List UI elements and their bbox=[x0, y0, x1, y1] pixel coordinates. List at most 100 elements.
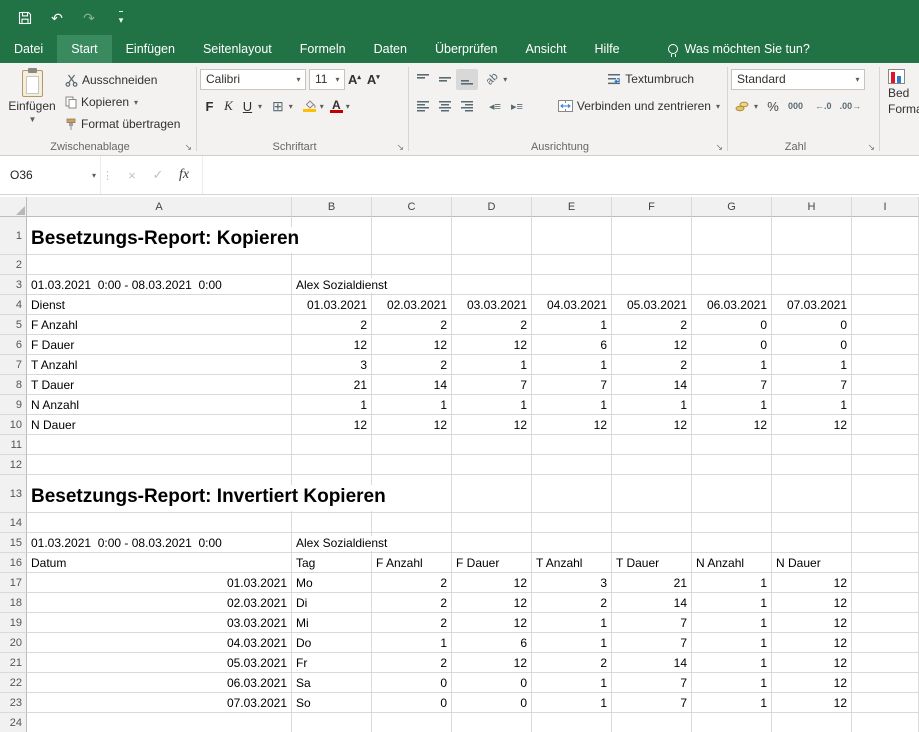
cell-C16[interactable]: F Anzahl bbox=[372, 553, 452, 573]
cell-I18[interactable] bbox=[852, 593, 919, 613]
cell-I23[interactable] bbox=[852, 693, 919, 713]
cell-G10[interactable]: 12 bbox=[692, 415, 772, 435]
increase-font-button[interactable]: A▴ bbox=[345, 72, 364, 87]
cell-I10[interactable] bbox=[852, 415, 919, 435]
enter-button[interactable]: ✓ bbox=[146, 163, 170, 187]
cell-H14[interactable] bbox=[772, 513, 852, 533]
row-header-8[interactable]: 8 bbox=[0, 375, 27, 395]
cell-C11[interactable] bbox=[372, 435, 452, 455]
number-format-combo[interactable]: Standard ▾ bbox=[731, 69, 865, 90]
cell-F16[interactable]: T Dauer bbox=[612, 553, 692, 573]
column-header-C[interactable]: C bbox=[372, 197, 452, 217]
cell-C23[interactable]: 0 bbox=[372, 693, 452, 713]
cell-B2[interactable] bbox=[292, 255, 372, 275]
cell-F7[interactable]: 2 bbox=[612, 355, 692, 375]
cell-F1[interactable] bbox=[612, 217, 692, 255]
cell-A11[interactable] bbox=[27, 435, 292, 455]
cell-E17[interactable]: 3 bbox=[532, 573, 612, 593]
cell-F6[interactable]: 12 bbox=[612, 335, 692, 355]
cell-A10[interactable]: N Dauer bbox=[27, 415, 292, 435]
conditional-formatting-button[interactable]: Bed Forma bbox=[888, 69, 919, 116]
cell-C5[interactable]: 2 bbox=[372, 315, 452, 335]
cell-A17[interactable]: 01.03.2021 bbox=[27, 573, 292, 593]
row-header-20[interactable]: 20 bbox=[0, 633, 27, 653]
cell-F24[interactable] bbox=[612, 713, 692, 732]
cancel-button[interactable]: × bbox=[120, 163, 144, 187]
cell-I12[interactable] bbox=[852, 455, 919, 475]
cell-H7[interactable]: 1 bbox=[772, 355, 852, 375]
cell-C4[interactable]: 02.03.2021 bbox=[372, 295, 452, 315]
cell-H13[interactable] bbox=[772, 475, 852, 513]
row-header-2[interactable]: 2 bbox=[0, 255, 27, 275]
cell-B6[interactable]: 12 bbox=[292, 335, 372, 355]
row-header-11[interactable]: 11 bbox=[0, 435, 27, 455]
cell-H6[interactable]: 0 bbox=[772, 335, 852, 355]
cell-H21[interactable]: 12 bbox=[772, 653, 852, 673]
cell-G5[interactable]: 0 bbox=[692, 315, 772, 335]
italic-button[interactable]: K bbox=[219, 96, 238, 116]
font-dialog-launcher[interactable]: ↘ bbox=[396, 142, 404, 153]
cell-F12[interactable] bbox=[612, 455, 692, 475]
cell-E22[interactable]: 1 bbox=[532, 673, 612, 693]
cell-C17[interactable]: 2 bbox=[372, 573, 452, 593]
cell-A23[interactable]: 07.03.2021 bbox=[27, 693, 292, 713]
cell-B12[interactable] bbox=[292, 455, 372, 475]
row-header-6[interactable]: 6 bbox=[0, 335, 27, 355]
cell-B15[interactable]: Alex Sozialdienst bbox=[292, 533, 372, 553]
cell-E18[interactable]: 2 bbox=[532, 593, 612, 613]
cell-F4[interactable]: 05.03.2021 bbox=[612, 295, 692, 315]
cell-D2[interactable] bbox=[452, 255, 532, 275]
cell-H9[interactable]: 1 bbox=[772, 395, 852, 415]
underline-dropdown-icon[interactable]: ▾ bbox=[258, 102, 262, 111]
customize-quick-access-button[interactable]: ▾ bbox=[112, 7, 130, 29]
row-header-19[interactable]: 19 bbox=[0, 613, 27, 633]
cell-D10[interactable]: 12 bbox=[452, 415, 532, 435]
paste-button[interactable]: Einfügen ▼ bbox=[3, 68, 61, 137]
accounting-format-button[interactable]: ▾ bbox=[731, 96, 762, 117]
align-middle-button[interactable] bbox=[434, 69, 456, 90]
cell-F23[interactable]: 7 bbox=[612, 693, 692, 713]
cell-F10[interactable]: 12 bbox=[612, 415, 692, 435]
cell-G2[interactable] bbox=[692, 255, 772, 275]
cell-C8[interactable]: 14 bbox=[372, 375, 452, 395]
cell-I16[interactable] bbox=[852, 553, 919, 573]
cell-F19[interactable]: 7 bbox=[612, 613, 692, 633]
increase-indent-button[interactable]: ▸≡ bbox=[506, 96, 528, 117]
cell-I24[interactable] bbox=[852, 713, 919, 732]
row-header-16[interactable]: 16 bbox=[0, 553, 27, 573]
font-color-button[interactable]: A bbox=[328, 99, 345, 113]
cell-F18[interactable]: 14 bbox=[612, 593, 692, 613]
tab-einfügen[interactable]: Einfügen bbox=[112, 35, 189, 63]
cell-B14[interactable] bbox=[292, 513, 372, 533]
cell-G7[interactable]: 1 bbox=[692, 355, 772, 375]
cell-G13[interactable] bbox=[692, 475, 772, 513]
cell-D18[interactable]: 12 bbox=[452, 593, 532, 613]
cell-I19[interactable] bbox=[852, 613, 919, 633]
clipboard-dialog-launcher[interactable]: ↘ bbox=[184, 142, 192, 153]
cell-E20[interactable]: 1 bbox=[532, 633, 612, 653]
cell-H12[interactable] bbox=[772, 455, 852, 475]
cell-C21[interactable]: 2 bbox=[372, 653, 452, 673]
cell-F22[interactable]: 7 bbox=[612, 673, 692, 693]
cell-B18[interactable]: Di bbox=[292, 593, 372, 613]
cell-D4[interactable]: 03.03.2021 bbox=[452, 295, 532, 315]
cell-D23[interactable]: 0 bbox=[452, 693, 532, 713]
cell-C9[interactable]: 1 bbox=[372, 395, 452, 415]
cell-C12[interactable] bbox=[372, 455, 452, 475]
cell-A4[interactable]: Dienst bbox=[27, 295, 292, 315]
cell-H24[interactable] bbox=[772, 713, 852, 732]
comma-style-button[interactable]: 000 bbox=[784, 96, 807, 117]
cell-I13[interactable] bbox=[852, 475, 919, 513]
cell-I3[interactable] bbox=[852, 275, 919, 295]
cell-C2[interactable] bbox=[372, 255, 452, 275]
cell-A18[interactable]: 02.03.2021 bbox=[27, 593, 292, 613]
tab-start[interactable]: Start bbox=[57, 35, 111, 63]
cell-I8[interactable] bbox=[852, 375, 919, 395]
cell-G1[interactable] bbox=[692, 217, 772, 255]
cell-E24[interactable] bbox=[532, 713, 612, 732]
cell-D21[interactable]: 12 bbox=[452, 653, 532, 673]
cell-H11[interactable] bbox=[772, 435, 852, 455]
cell-A22[interactable]: 06.03.2021 bbox=[27, 673, 292, 693]
cell-E14[interactable] bbox=[532, 513, 612, 533]
cell-G9[interactable]: 1 bbox=[692, 395, 772, 415]
